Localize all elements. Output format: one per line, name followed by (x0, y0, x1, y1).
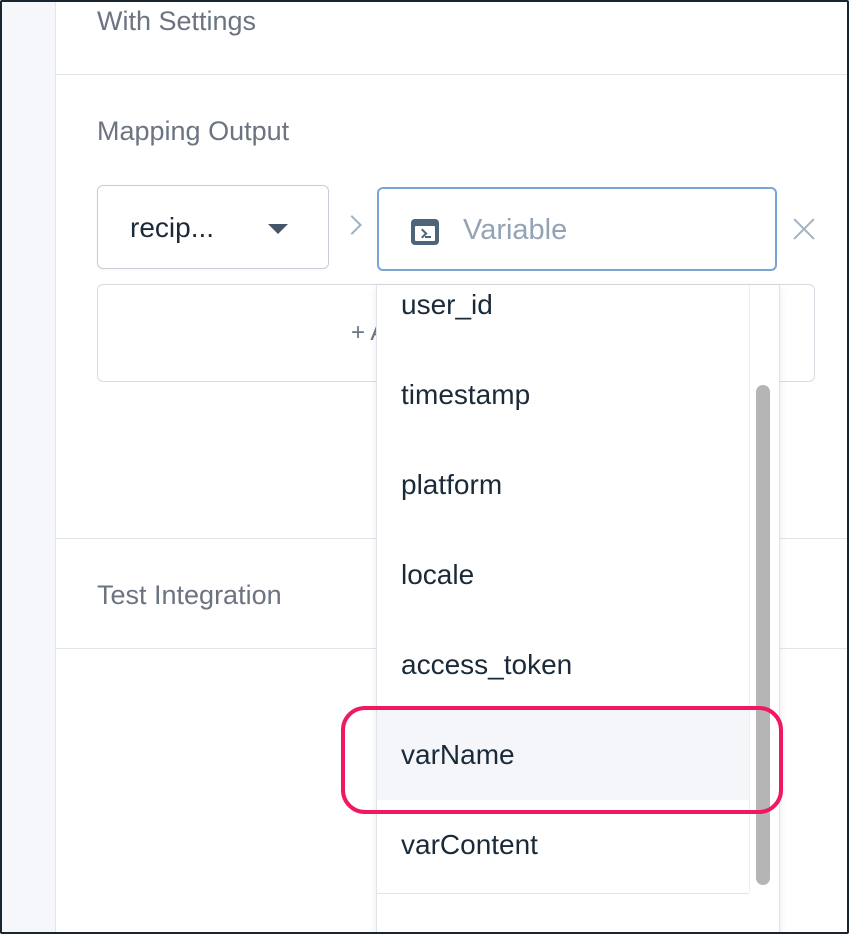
dropdown-item-locale[interactable]: locale (377, 530, 749, 620)
dropdown-item-varcontent[interactable]: varContent (377, 800, 749, 890)
integration-panel: With Settings Mapping Output recip... Va… (0, 0, 849, 934)
section-mapping-output: Mapping Output (97, 116, 290, 146)
source-field-value: recip... (130, 212, 215, 243)
terminal-variable-icon (411, 219, 439, 245)
dropdown-item-timestamp[interactable]: timestamp (377, 350, 749, 440)
dropdown-divider (377, 893, 749, 894)
scrollbar-thumb[interactable] (756, 385, 770, 885)
dropdown-item-user-id[interactable]: user_id (377, 285, 749, 350)
close-icon[interactable] (790, 215, 818, 243)
divider (56, 74, 847, 75)
variable-input[interactable]: Variable (377, 187, 777, 271)
variable-placeholder: Variable (463, 214, 568, 246)
variable-dropdown-menu[interactable]: user_id timestamp platform locale access… (376, 285, 780, 932)
caret-down-icon (268, 224, 288, 234)
section-test-integration[interactable]: Test Integration (97, 580, 282, 611)
left-sidebar-strip (2, 2, 56, 932)
dropdown-item-platform[interactable]: platform (377, 440, 749, 530)
chevron-right-icon (342, 215, 362, 235)
source-field-select[interactable]: recip... (97, 185, 329, 269)
dropdown-item-varname[interactable]: varName (377, 710, 749, 800)
section-with-settings[interactable]: With Settings (97, 6, 256, 37)
dropdown-item-access-token[interactable]: access_token (377, 620, 749, 710)
